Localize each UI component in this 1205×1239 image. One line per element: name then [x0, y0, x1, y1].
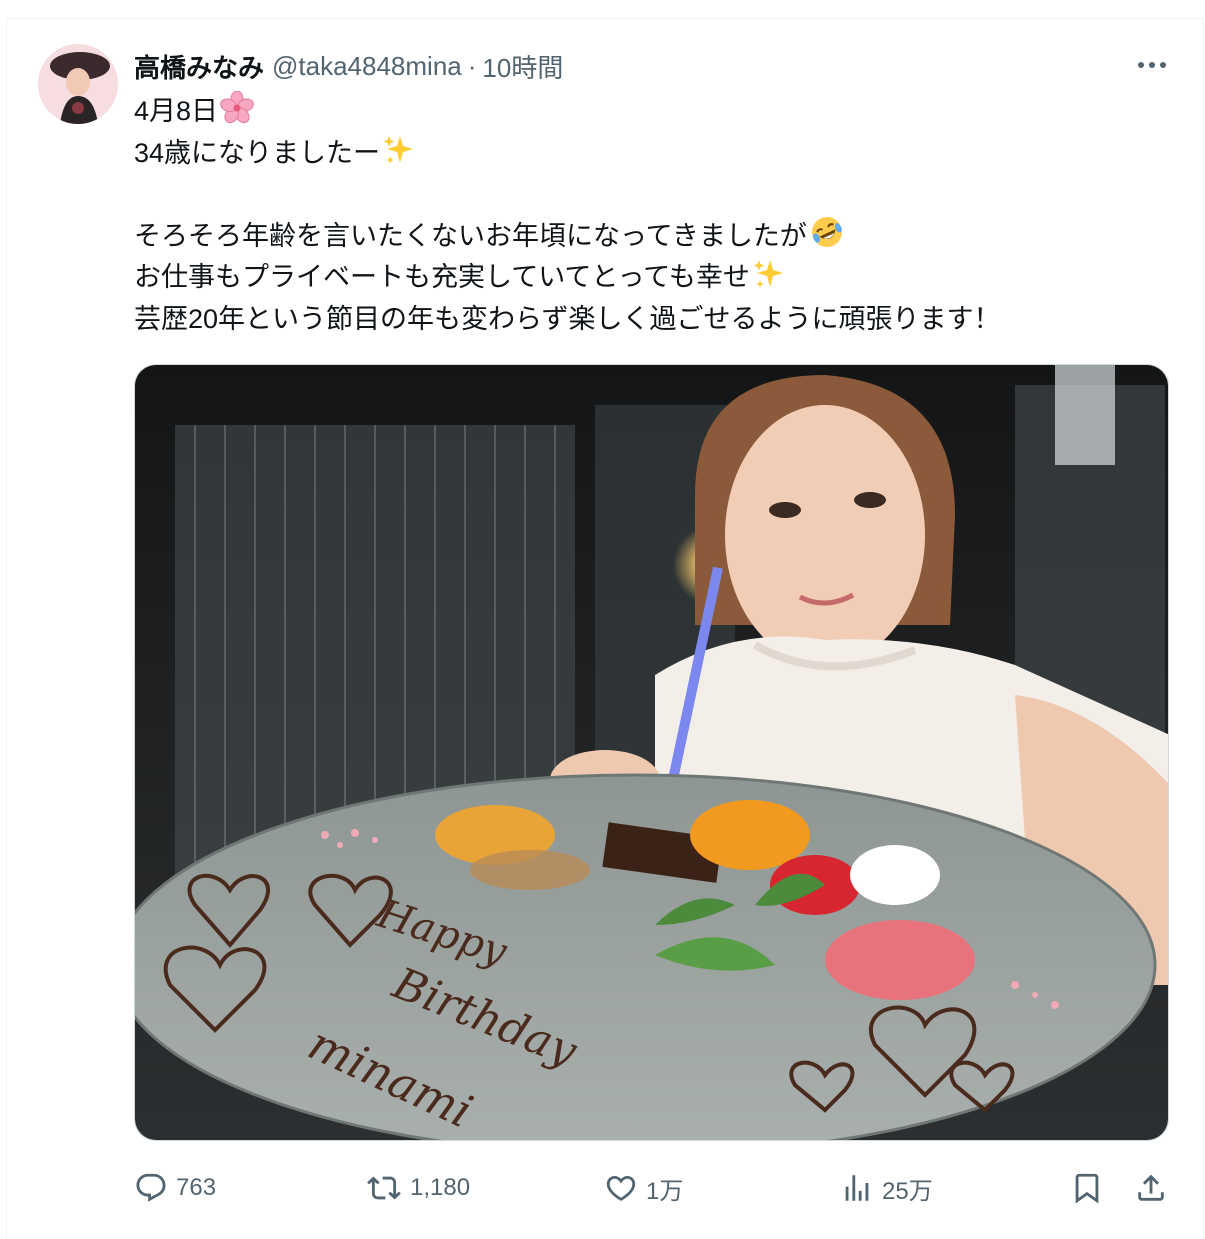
more-options-button[interactable] — [1132, 48, 1172, 82]
like-count: 1万 — [646, 1177, 684, 1205]
tweet-timestamp[interactable]: 10時間 — [482, 48, 563, 85]
tweet-line-4-text: お仕事もプライベートも充実していてとっても幸せ — [134, 262, 750, 292]
tweet-line-3-text: そろそろ年齢を言いたくないお年頃になってきましたが — [134, 221, 807, 251]
author-name[interactable]: 高橋みなみ — [134, 48, 264, 85]
more-icon — [1138, 62, 1166, 68]
heart-icon — [606, 1175, 636, 1201]
tweet-header: 高橋みなみ @taka4848mina · 10時間 — [134, 48, 563, 84]
retweet-count: 1,180 — [410, 1174, 471, 1201]
author-avatar[interactable] — [38, 44, 118, 124]
laughing-crying-face-icon — [811, 217, 842, 247]
bookmark-button[interactable] — [1070, 1166, 1112, 1210]
sparkles-icon — [753, 260, 783, 288]
sparkles-icon — [383, 136, 414, 164]
reply-count: 763 — [176, 1174, 217, 1201]
tweet-photo[interactable]: Happy Birthday minami — [134, 364, 1169, 1141]
tweet-action-bar: 763 1,180 1万 25万 — [134, 1166, 1174, 1210]
cherry-blossom-icon — [220, 91, 254, 124]
share-icon — [1138, 1174, 1164, 1201]
separator-dot: · — [467, 50, 477, 81]
tweet-line-2-text: 34歳になりましたー — [134, 138, 381, 168]
tweet-line-5: 芸歴20年という節目の年も変わらず楽しく過ごせるように頑張ります！ — [134, 298, 1174, 340]
views-button[interactable]: 25万 — [840, 1166, 933, 1210]
tweet-line-5-text: 芸歴20年という節目の年も変わらず楽しく過ごせるように頑張ります！ — [134, 304, 1001, 334]
share-button[interactable] — [1134, 1166, 1176, 1210]
tweet-line-3: そろそろ年齢を言いたくないお年頃になってきましたが — [134, 214, 1174, 256]
reply-button[interactable]: 763 — [134, 1166, 216, 1210]
reply-icon — [136, 1173, 166, 1202]
tweet-text: 4月8日 34歳になりましたー そろそろ年齢を言いたくないお年頃になってきました… — [134, 90, 1174, 340]
like-button[interactable]: 1万 — [604, 1166, 683, 1210]
author-handle[interactable]: @taka4848mina — [272, 51, 462, 82]
view-count: 25万 — [882, 1177, 933, 1205]
tweet-line-1-text: 4月8日 — [134, 96, 219, 126]
tweet-line-4: お仕事もプライベートも充実していてとっても幸せ — [134, 256, 1174, 298]
tweet-line-2: 34歳になりましたー — [134, 132, 1174, 174]
analytics-icon — [845, 1175, 869, 1201]
retweet-icon — [367, 1176, 401, 1200]
retweet-button[interactable]: 1,180 — [366, 1166, 470, 1210]
birthday-photo: Happy Birthday minami — [135, 365, 1168, 1140]
tweet-line-1: 4月8日 — [134, 90, 1174, 132]
bookmark-icon — [1075, 1173, 1099, 1204]
